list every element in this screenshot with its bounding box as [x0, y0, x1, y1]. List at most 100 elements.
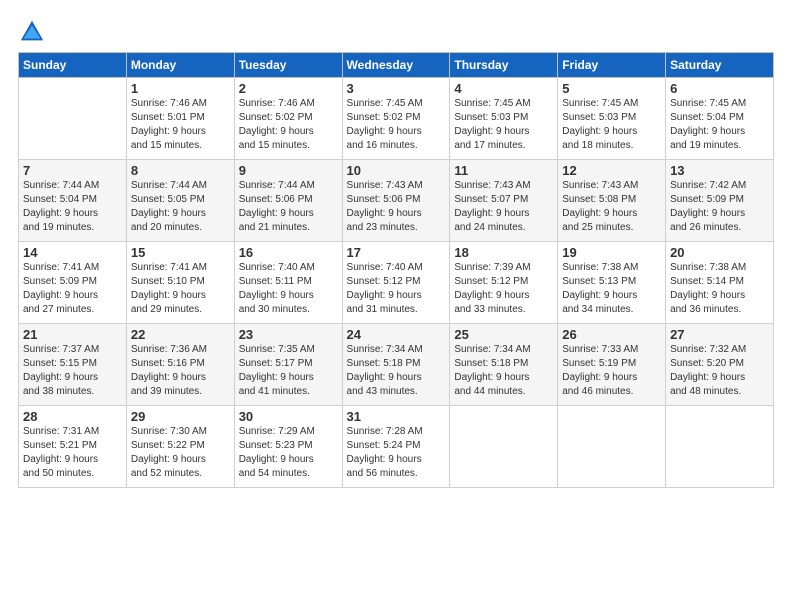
calendar-cell — [558, 406, 666, 488]
calendar-week-2: 7Sunrise: 7:44 AM Sunset: 5:04 PM Daylig… — [19, 160, 774, 242]
day-header-wednesday: Wednesday — [342, 53, 450, 78]
calendar: SundayMondayTuesdayWednesdayThursdayFrid… — [18, 52, 774, 488]
day-info: Sunrise: 7:31 AM Sunset: 5:21 PM Dayligh… — [23, 425, 122, 481]
day-info: Sunrise: 7:43 AM Sunset: 5:07 PM Dayligh… — [454, 179, 553, 235]
calendar-cell: 9Sunrise: 7:44 AM Sunset: 5:06 PM Daylig… — [234, 160, 342, 242]
day-number: 11 — [454, 163, 553, 178]
day-number: 29 — [131, 409, 230, 424]
calendar-cell: 4Sunrise: 7:45 AM Sunset: 5:03 PM Daylig… — [450, 78, 558, 160]
calendar-week-4: 21Sunrise: 7:37 AM Sunset: 5:15 PM Dayli… — [19, 324, 774, 406]
day-info: Sunrise: 7:45 AM Sunset: 5:04 PM Dayligh… — [670, 97, 769, 153]
day-number: 19 — [562, 245, 661, 260]
calendar-cell — [666, 406, 774, 488]
calendar-cell: 26Sunrise: 7:33 AM Sunset: 5:19 PM Dayli… — [558, 324, 666, 406]
calendar-header-row: SundayMondayTuesdayWednesdayThursdayFrid… — [19, 53, 774, 78]
calendar-cell: 6Sunrise: 7:45 AM Sunset: 5:04 PM Daylig… — [666, 78, 774, 160]
day-info: Sunrise: 7:44 AM Sunset: 5:05 PM Dayligh… — [131, 179, 230, 235]
day-number: 26 — [562, 327, 661, 342]
day-info: Sunrise: 7:43 AM Sunset: 5:06 PM Dayligh… — [347, 179, 446, 235]
day-number: 1 — [131, 81, 230, 96]
day-number: 22 — [131, 327, 230, 342]
day-number: 17 — [347, 245, 446, 260]
day-header-thursday: Thursday — [450, 53, 558, 78]
calendar-cell: 19Sunrise: 7:38 AM Sunset: 5:13 PM Dayli… — [558, 242, 666, 324]
day-info: Sunrise: 7:45 AM Sunset: 5:03 PM Dayligh… — [454, 97, 553, 153]
calendar-cell: 22Sunrise: 7:36 AM Sunset: 5:16 PM Dayli… — [126, 324, 234, 406]
day-info: Sunrise: 7:41 AM Sunset: 5:09 PM Dayligh… — [23, 261, 122, 317]
day-number: 5 — [562, 81, 661, 96]
day-header-tuesday: Tuesday — [234, 53, 342, 78]
day-number: 2 — [239, 81, 338, 96]
day-info: Sunrise: 7:46 AM Sunset: 5:02 PM Dayligh… — [239, 97, 338, 153]
day-number: 31 — [347, 409, 446, 424]
day-number: 15 — [131, 245, 230, 260]
day-number: 18 — [454, 245, 553, 260]
calendar-cell: 14Sunrise: 7:41 AM Sunset: 5:09 PM Dayli… — [19, 242, 127, 324]
day-number: 24 — [347, 327, 446, 342]
calendar-cell: 24Sunrise: 7:34 AM Sunset: 5:18 PM Dayli… — [342, 324, 450, 406]
day-info: Sunrise: 7:36 AM Sunset: 5:16 PM Dayligh… — [131, 343, 230, 399]
logo-icon — [18, 18, 46, 46]
day-info: Sunrise: 7:28 AM Sunset: 5:24 PM Dayligh… — [347, 425, 446, 481]
day-number: 23 — [239, 327, 338, 342]
day-number: 3 — [347, 81, 446, 96]
day-info: Sunrise: 7:29 AM Sunset: 5:23 PM Dayligh… — [239, 425, 338, 481]
calendar-cell: 28Sunrise: 7:31 AM Sunset: 5:21 PM Dayli… — [19, 406, 127, 488]
calendar-cell: 15Sunrise: 7:41 AM Sunset: 5:10 PM Dayli… — [126, 242, 234, 324]
day-info: Sunrise: 7:33 AM Sunset: 5:19 PM Dayligh… — [562, 343, 661, 399]
day-number: 4 — [454, 81, 553, 96]
day-number: 16 — [239, 245, 338, 260]
calendar-week-1: 1Sunrise: 7:46 AM Sunset: 5:01 PM Daylig… — [19, 78, 774, 160]
calendar-cell: 20Sunrise: 7:38 AM Sunset: 5:14 PM Dayli… — [666, 242, 774, 324]
day-number: 6 — [670, 81, 769, 96]
header — [18, 18, 774, 46]
day-info: Sunrise: 7:45 AM Sunset: 5:03 PM Dayligh… — [562, 97, 661, 153]
calendar-cell: 29Sunrise: 7:30 AM Sunset: 5:22 PM Dayli… — [126, 406, 234, 488]
day-number: 13 — [670, 163, 769, 178]
day-number: 25 — [454, 327, 553, 342]
day-header-monday: Monday — [126, 53, 234, 78]
calendar-cell: 5Sunrise: 7:45 AM Sunset: 5:03 PM Daylig… — [558, 78, 666, 160]
day-info: Sunrise: 7:38 AM Sunset: 5:14 PM Dayligh… — [670, 261, 769, 317]
calendar-cell — [19, 78, 127, 160]
calendar-cell: 3Sunrise: 7:45 AM Sunset: 5:02 PM Daylig… — [342, 78, 450, 160]
calendar-week-5: 28Sunrise: 7:31 AM Sunset: 5:21 PM Dayli… — [19, 406, 774, 488]
day-number: 12 — [562, 163, 661, 178]
day-info: Sunrise: 7:45 AM Sunset: 5:02 PM Dayligh… — [347, 97, 446, 153]
calendar-week-3: 14Sunrise: 7:41 AM Sunset: 5:09 PM Dayli… — [19, 242, 774, 324]
calendar-cell: 17Sunrise: 7:40 AM Sunset: 5:12 PM Dayli… — [342, 242, 450, 324]
day-number: 28 — [23, 409, 122, 424]
day-info: Sunrise: 7:38 AM Sunset: 5:13 PM Dayligh… — [562, 261, 661, 317]
calendar-cell: 21Sunrise: 7:37 AM Sunset: 5:15 PM Dayli… — [19, 324, 127, 406]
page: SundayMondayTuesdayWednesdayThursdayFrid… — [0, 0, 792, 612]
day-info: Sunrise: 7:39 AM Sunset: 5:12 PM Dayligh… — [454, 261, 553, 317]
calendar-cell: 27Sunrise: 7:32 AM Sunset: 5:20 PM Dayli… — [666, 324, 774, 406]
day-info: Sunrise: 7:37 AM Sunset: 5:15 PM Dayligh… — [23, 343, 122, 399]
calendar-cell: 18Sunrise: 7:39 AM Sunset: 5:12 PM Dayli… — [450, 242, 558, 324]
day-number: 30 — [239, 409, 338, 424]
calendar-cell — [450, 406, 558, 488]
day-info: Sunrise: 7:34 AM Sunset: 5:18 PM Dayligh… — [454, 343, 553, 399]
calendar-cell: 25Sunrise: 7:34 AM Sunset: 5:18 PM Dayli… — [450, 324, 558, 406]
day-info: Sunrise: 7:44 AM Sunset: 5:06 PM Dayligh… — [239, 179, 338, 235]
calendar-cell: 31Sunrise: 7:28 AM Sunset: 5:24 PM Dayli… — [342, 406, 450, 488]
day-number: 10 — [347, 163, 446, 178]
day-number: 20 — [670, 245, 769, 260]
calendar-cell: 13Sunrise: 7:42 AM Sunset: 5:09 PM Dayli… — [666, 160, 774, 242]
day-info: Sunrise: 7:44 AM Sunset: 5:04 PM Dayligh… — [23, 179, 122, 235]
day-info: Sunrise: 7:40 AM Sunset: 5:11 PM Dayligh… — [239, 261, 338, 317]
calendar-cell: 10Sunrise: 7:43 AM Sunset: 5:06 PM Dayli… — [342, 160, 450, 242]
calendar-cell: 30Sunrise: 7:29 AM Sunset: 5:23 PM Dayli… — [234, 406, 342, 488]
day-number: 8 — [131, 163, 230, 178]
day-number: 21 — [23, 327, 122, 342]
calendar-cell: 16Sunrise: 7:40 AM Sunset: 5:11 PM Dayli… — [234, 242, 342, 324]
logo — [18, 18, 50, 46]
calendar-cell: 7Sunrise: 7:44 AM Sunset: 5:04 PM Daylig… — [19, 160, 127, 242]
day-header-sunday: Sunday — [19, 53, 127, 78]
day-info: Sunrise: 7:43 AM Sunset: 5:08 PM Dayligh… — [562, 179, 661, 235]
calendar-cell: 2Sunrise: 7:46 AM Sunset: 5:02 PM Daylig… — [234, 78, 342, 160]
day-number: 14 — [23, 245, 122, 260]
day-info: Sunrise: 7:32 AM Sunset: 5:20 PM Dayligh… — [670, 343, 769, 399]
day-info: Sunrise: 7:42 AM Sunset: 5:09 PM Dayligh… — [670, 179, 769, 235]
calendar-cell: 11Sunrise: 7:43 AM Sunset: 5:07 PM Dayli… — [450, 160, 558, 242]
